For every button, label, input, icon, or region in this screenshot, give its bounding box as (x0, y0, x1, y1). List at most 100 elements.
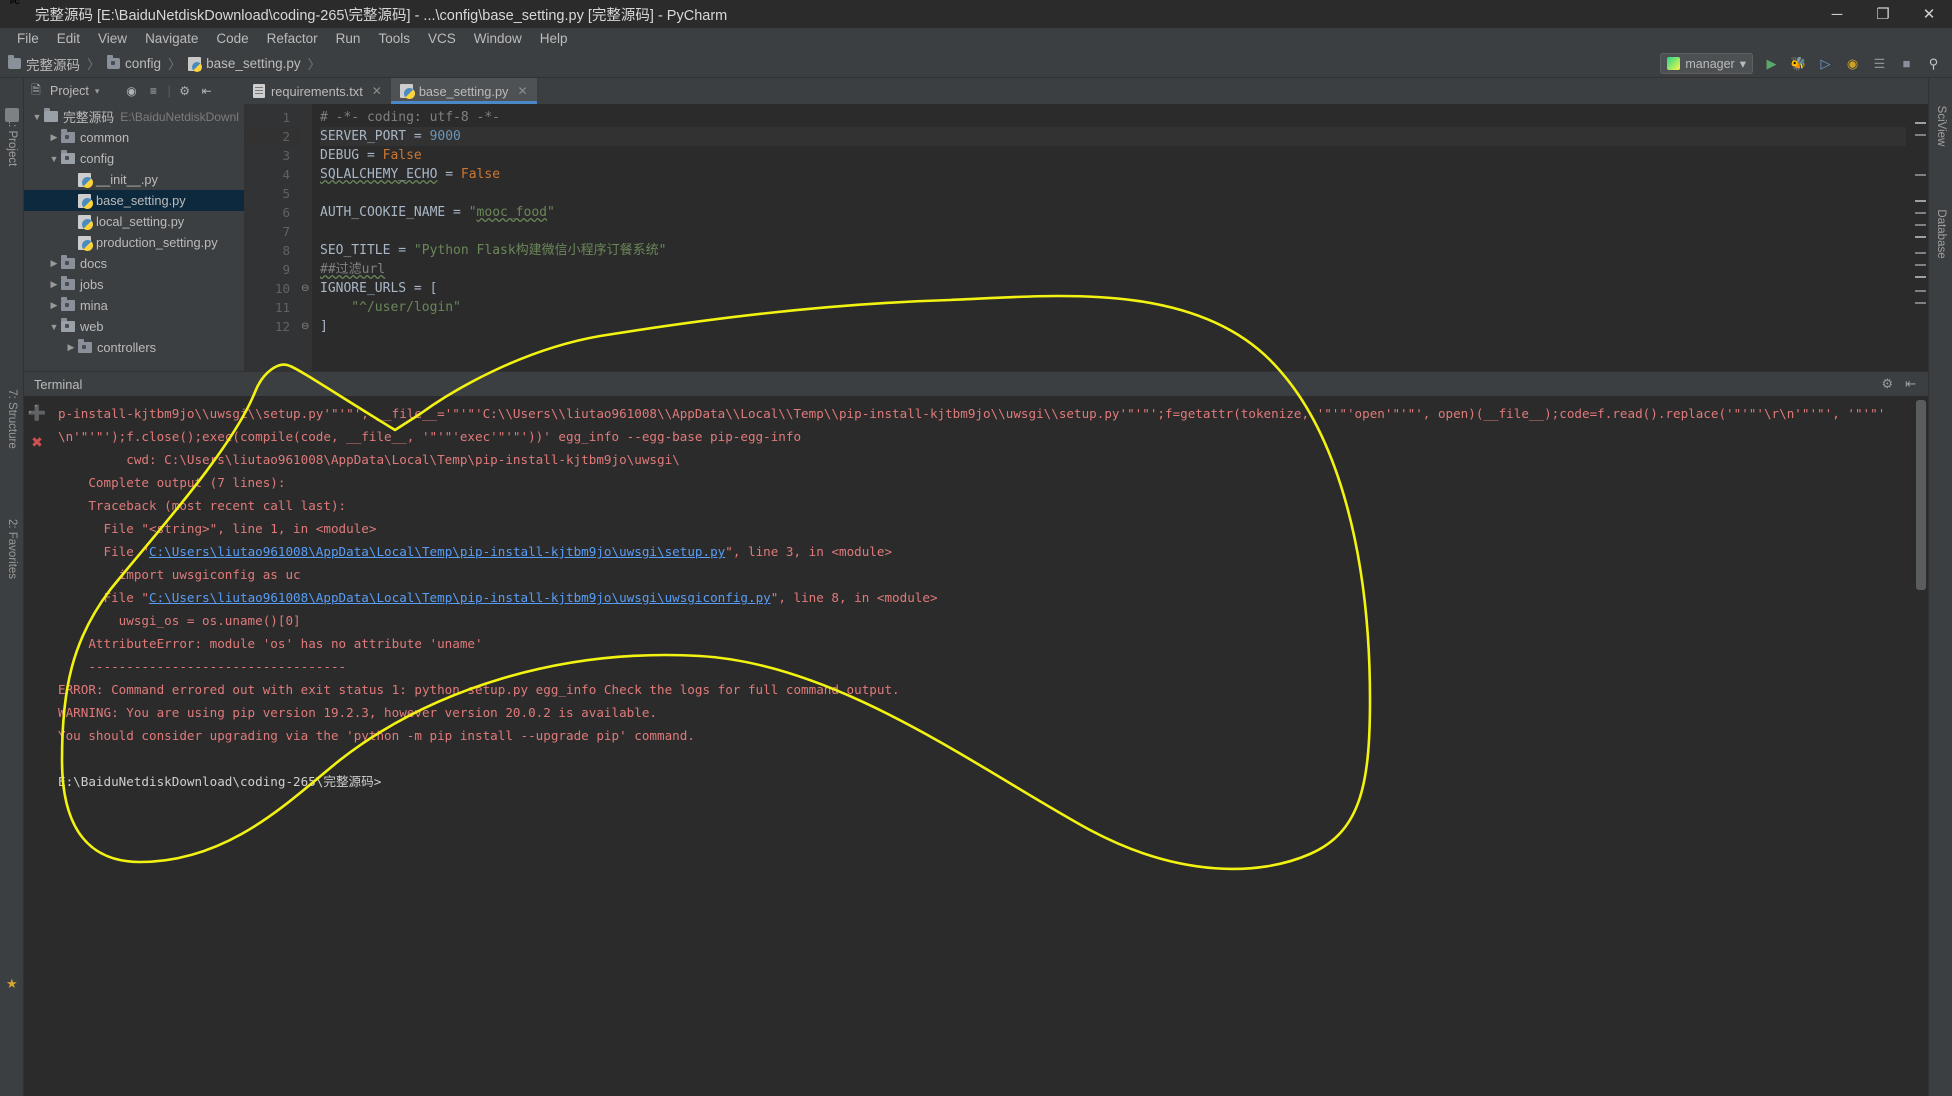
menu-item-tools[interactable]: Tools (369, 28, 419, 50)
terminal-file-link[interactable]: C:\Users\liutao961008\AppData\Local\Temp… (149, 544, 725, 559)
editor-tab-requirements[interactable]: requirements.txt ✕ (244, 78, 391, 104)
menu-item-refactor[interactable]: Refactor (258, 28, 327, 50)
twisty-expanded-icon[interactable]: ▼ (47, 322, 61, 332)
close-icon[interactable]: ✖ (31, 434, 43, 451)
editor-marker[interactable] (1915, 174, 1926, 176)
terminal-scrollbar[interactable] (1914, 396, 1928, 1096)
code-line[interactable]: "^/user/login" (320, 298, 1906, 317)
breadcrumb-config[interactable]: config (107, 55, 161, 71)
line-number: 2 (244, 127, 300, 146)
code-line[interactable]: SERVER_PORT = 9000 (320, 127, 1906, 146)
run-configuration-selector[interactable]: manager ▾ (1660, 53, 1753, 74)
editor-marker[interactable] (1915, 276, 1926, 278)
coverage-button[interactable]: ▷ (1817, 55, 1834, 72)
collapse-rail-icon[interactable] (5, 108, 19, 122)
editor-marker[interactable] (1915, 212, 1926, 214)
tree-item[interactable]: ▶ docs (24, 253, 244, 274)
breadcrumb-project[interactable]: 完整源码 (8, 54, 80, 74)
editor-marker[interactable] (1915, 200, 1926, 202)
tree-item[interactable]: ▼ config (24, 148, 244, 169)
twisty-expanded-icon[interactable]: ▼ (47, 154, 61, 164)
hide-icon[interactable]: ⇤ (1905, 376, 1916, 392)
chevron-down-icon[interactable]: ▾ (95, 86, 100, 97)
close-icon[interactable]: ✕ (372, 84, 382, 98)
editor-marker[interactable] (1915, 290, 1926, 292)
tree-item[interactable]: ▶ mina (24, 295, 244, 316)
minimize-button[interactable]: ─ (1814, 0, 1860, 28)
rail-item-project[interactable]: 1: Project (6, 118, 18, 167)
rail-item-sciview[interactable]: SciView (1935, 106, 1947, 147)
editor-marker[interactable] (1915, 236, 1926, 238)
code-line[interactable]: AUTH_COOKIE_NAME = "mooc_food" (320, 203, 1906, 222)
code-line[interactable]: # -*- coding: utf-8 -*- (320, 108, 1906, 127)
code-line[interactable]: ] (320, 317, 1906, 336)
locate-icon[interactable]: ◉ (123, 83, 139, 99)
terminal-file-link[interactable]: C:\Users\liutao961008\AppData\Local\Temp… (149, 590, 771, 605)
debug-button[interactable]: 🐝 (1790, 55, 1807, 72)
code-line[interactable]: ##过滤url (320, 260, 1906, 279)
twisty-collapsed-icon[interactable]: ▶ (64, 342, 78, 353)
menu-item-help[interactable]: Help (531, 28, 577, 50)
maximize-button[interactable]: ❐ (1860, 0, 1906, 28)
rail-item-favorites[interactable]: 2: Favorites (6, 519, 18, 579)
editor-marker[interactable] (1915, 224, 1926, 226)
editor-marker[interactable] (1915, 122, 1926, 124)
code-folding-gutter[interactable]: ⊖ ⊖ (300, 104, 312, 371)
twisty-collapsed-icon[interactable]: ▶ (47, 300, 61, 311)
menu-item-vcs[interactable]: VCS (419, 28, 465, 50)
twisty-collapsed-icon[interactable]: ▶ (47, 258, 61, 269)
close-icon[interactable]: ✕ (517, 84, 527, 98)
editor-marker[interactable] (1915, 264, 1926, 266)
settings-gear-icon[interactable]: ⚙ (177, 83, 193, 99)
tree-item[interactable]: production_setting.py (24, 232, 244, 253)
stop-button[interactable]: ■ (1898, 55, 1915, 72)
code-line[interactable]: DEBUG = False (320, 146, 1906, 165)
twisty-collapsed-icon[interactable]: ▶ (47, 132, 61, 143)
plus-icon[interactable]: ➕ (28, 404, 47, 422)
tree-item[interactable]: ▼ web (24, 316, 244, 337)
code-line[interactable]: SQLALCHEMY_ECHO = False (320, 165, 1906, 184)
fold-toggle-icon[interactable]: ⊖ (301, 279, 309, 298)
menu-item-edit[interactable]: Edit (48, 28, 89, 50)
editor-marker[interactable] (1915, 302, 1926, 304)
code-line[interactable] (320, 184, 1906, 203)
code-text[interactable]: # -*- coding: utf-8 -*- SERVER_PORT = 900… (312, 104, 1906, 371)
tree-item[interactable]: ▶ common (24, 127, 244, 148)
collapse-all-icon[interactable]: ≡ (145, 83, 161, 99)
tree-item[interactable]: ▼ 完整源码 E:\BaiduNetdiskDownl (24, 106, 244, 127)
menu-item-window[interactable]: Window (465, 28, 531, 50)
attach-process-button[interactable]: ☰ (1871, 55, 1888, 72)
tree-item[interactable]: base_setting.py (24, 190, 244, 211)
rail-item-structure[interactable]: 7: Structure (6, 389, 18, 448)
menu-item-code[interactable]: Code (207, 28, 257, 50)
run-button[interactable]: ▶ (1763, 55, 1780, 72)
code-line[interactable] (320, 222, 1906, 241)
fold-toggle-icon[interactable]: ⊖ (301, 317, 309, 336)
terminal-output[interactable]: p-install-kjtbm9jo\\uwsgi\\setup.py'"'"'… (50, 396, 1914, 1096)
editor-marker-strip[interactable] (1906, 104, 1928, 371)
editor-marker[interactable] (1915, 252, 1926, 254)
menu-item-view[interactable]: View (89, 28, 136, 50)
code-line[interactable]: SEO_TITLE = "Python Flask构建微信小程序订餐系统" (320, 241, 1906, 260)
code-line[interactable]: IGNORE_URLS = [ (320, 279, 1906, 298)
twisty-collapsed-icon[interactable]: ▶ (47, 279, 61, 290)
search-everywhere-icon[interactable]: ⚲ (1925, 55, 1942, 72)
editor-marker[interactable] (1915, 134, 1926, 136)
close-button[interactable]: ✕ (1906, 0, 1952, 28)
gear-icon[interactable]: ⚙ (1881, 376, 1893, 392)
editor-tab-base-setting[interactable]: base_setting.py ✕ (390, 78, 537, 104)
tree-item[interactable]: local_setting.py (24, 211, 244, 232)
tree-item[interactable]: ▶ jobs (24, 274, 244, 295)
tree-item[interactable]: __init__.py (24, 169, 244, 190)
twisty-expanded-icon[interactable]: ▼ (30, 112, 44, 122)
breadcrumb-file[interactable]: base_setting.py (188, 56, 301, 72)
menu-item-file[interactable]: File (8, 28, 48, 50)
hide-icon[interactable]: ⇤ (199, 83, 215, 99)
menu-item-run[interactable]: Run (327, 28, 370, 50)
profile-button[interactable]: ◉ (1844, 55, 1861, 72)
code-token: 9000 (429, 129, 461, 144)
tree-item[interactable]: ▶ controllers (24, 337, 244, 358)
rail-item-database[interactable]: Database (1935, 209, 1947, 258)
menu-item-navigate[interactable]: Navigate (136, 28, 207, 50)
editor-viewport[interactable]: 1 2 3 4 5 6 7 8 9 10 11 12 ⊖ ⊖ # -*- coding: utf-8 -… (244, 104, 1928, 371)
